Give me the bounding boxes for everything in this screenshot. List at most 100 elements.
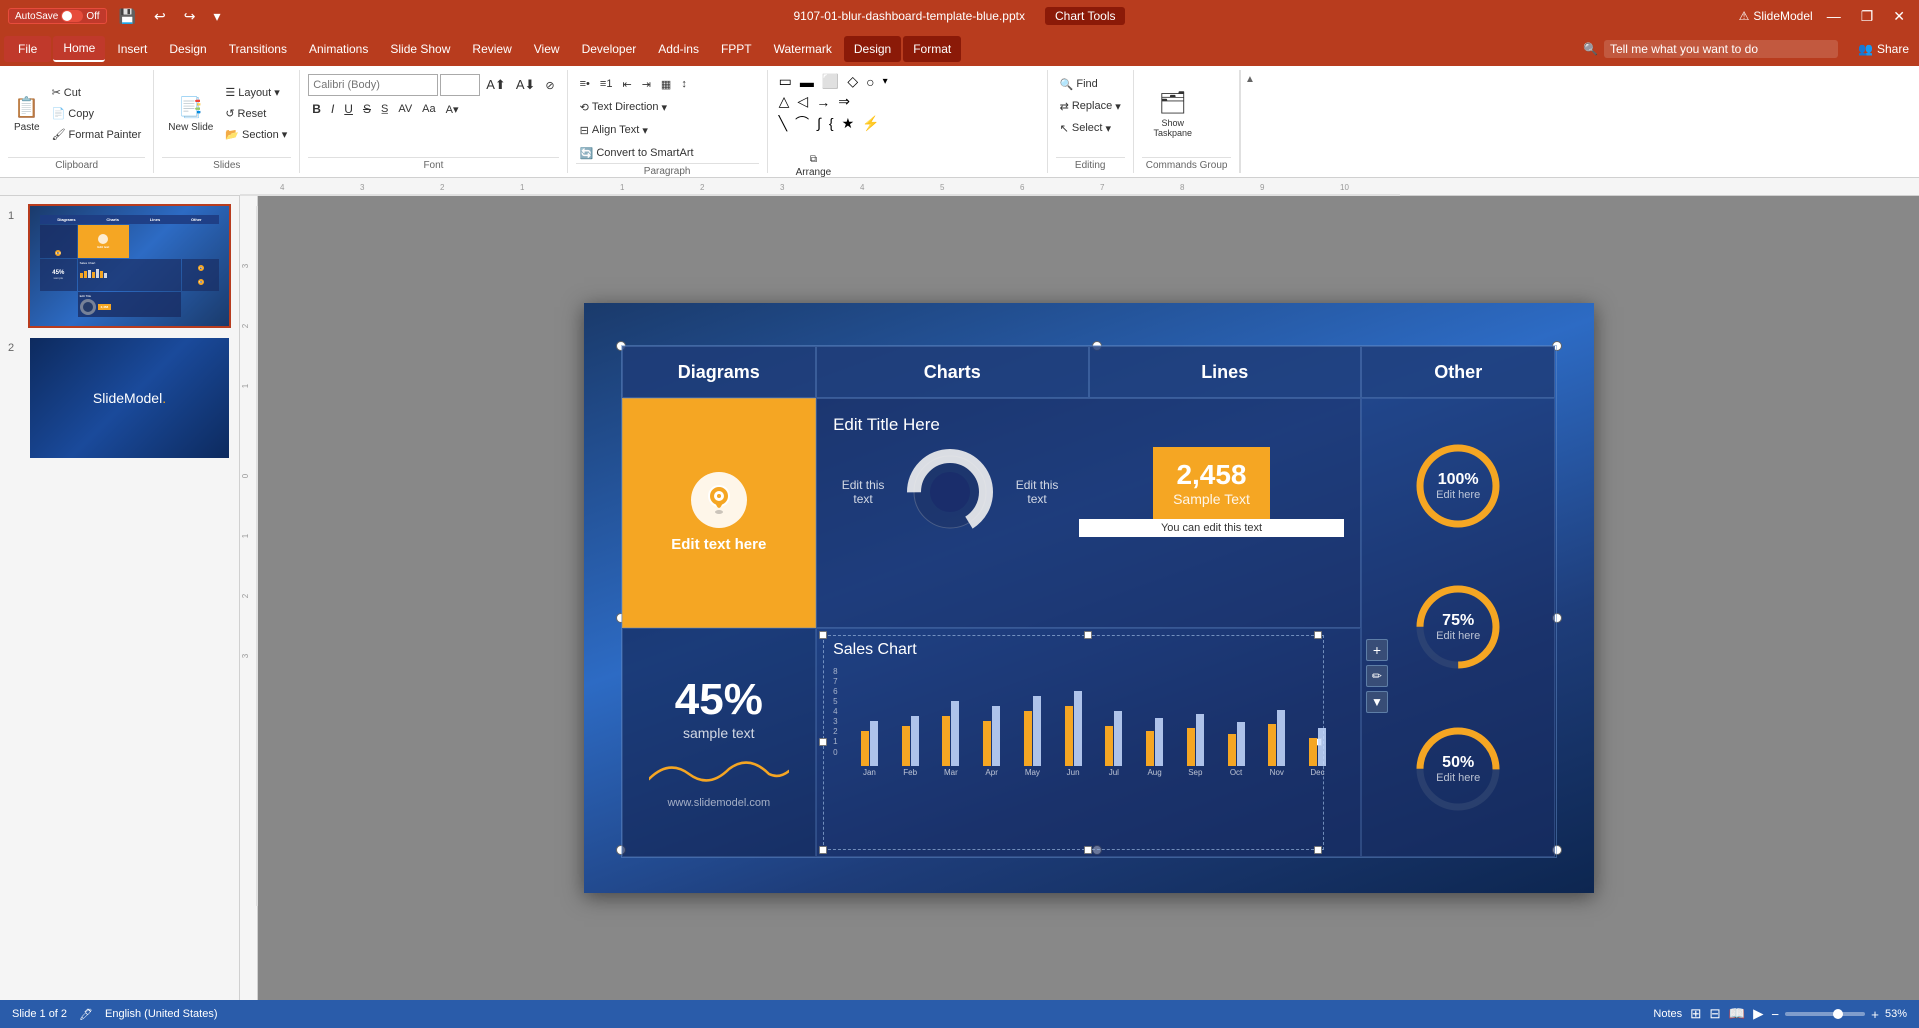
paste-button[interactable]: 📋 Paste: [8, 82, 46, 146]
chart-add-button[interactable]: +: [1366, 639, 1388, 661]
line-spacing-button[interactable]: ↕: [677, 74, 691, 94]
donut-right-label[interactable]: Edit this text: [1007, 478, 1067, 506]
menu-watermark[interactable]: Watermark: [764, 36, 842, 62]
slideshow-button[interactable]: ▶: [1753, 1006, 1763, 1022]
zoom-slider[interactable]: [1785, 1012, 1865, 1016]
charts-top-cell[interactable]: Edit Title Here Edit this text: [816, 398, 1361, 628]
ribbon-collapse[interactable]: ▲: [1240, 70, 1258, 173]
increase-indent-button[interactable]: ⇥: [638, 74, 655, 94]
zoom-out-button[interactable]: −: [1771, 1007, 1779, 1022]
section-button[interactable]: 📂 Section ▾: [221, 125, 291, 145]
shape-rect[interactable]: ▭: [776, 72, 795, 91]
diagrams-main-cell[interactable]: Edit text here: [622, 398, 817, 628]
chart-handle-br[interactable]: [1314, 846, 1322, 854]
text-direction-button[interactable]: ⟲ Text Direction ▾: [576, 97, 671, 117]
menu-insert[interactable]: Insert: [107, 36, 157, 62]
chart-handle-bm[interactable]: [1084, 846, 1092, 854]
numbering-button[interactable]: ≡1: [596, 74, 617, 94]
shape-curve[interactable]: ⌒: [792, 112, 812, 134]
slide-1-thumbnail[interactable]: Diagrams Charts Lines Other Edit text Ed…: [28, 204, 231, 328]
chart-style-button[interactable]: ✏: [1366, 665, 1388, 687]
menu-fppt[interactable]: FPPT: [711, 36, 762, 62]
shape-more[interactable]: ▾: [880, 75, 891, 88]
find-button[interactable]: 🔍 Find: [1056, 74, 1125, 94]
char-spacing-button[interactable]: AV: [394, 99, 416, 119]
italic-button[interactable]: I: [327, 99, 338, 119]
shape-triangle[interactable]: △: [776, 92, 793, 111]
new-slide-button[interactable]: 📑 New Slide: [162, 82, 219, 146]
customize-button[interactable]: ▾: [207, 6, 226, 27]
menu-transitions[interactable]: Transitions: [219, 36, 297, 62]
menu-design-2[interactable]: Design: [844, 36, 901, 62]
menu-animations[interactable]: Animations: [299, 36, 378, 62]
menu-review[interactable]: Review: [462, 36, 521, 62]
strikethrough-button[interactable]: S: [359, 99, 375, 119]
menu-file[interactable]: File: [4, 36, 51, 62]
align-text-button[interactable]: ⊟ Align Text ▾: [576, 120, 652, 140]
decrease-indent-button[interactable]: ⇤: [618, 74, 635, 94]
menu-addins[interactable]: Add-ins: [648, 36, 709, 62]
slide-canvas[interactable]: Diagrams Charts Lines Other: [584, 303, 1594, 893]
chart-handle-ml[interactable]: [819, 738, 827, 746]
font-name-input[interactable]: [308, 74, 438, 96]
notes-button[interactable]: Notes: [1653, 1008, 1682, 1020]
shape-diamond[interactable]: ◇: [844, 72, 861, 91]
clear-format-button[interactable]: ⊘: [541, 75, 558, 95]
font-color-button[interactable]: A▾: [442, 99, 463, 119]
undo-button[interactable]: ↩: [148, 6, 172, 27]
reading-view-button[interactable]: 📖: [1729, 1006, 1746, 1022]
menu-view[interactable]: View: [524, 36, 570, 62]
shape-star[interactable]: ★: [839, 114, 858, 133]
autosave-badge[interactable]: AutoSave Off: [8, 8, 107, 24]
shape-freeform[interactable]: ∫: [814, 114, 824, 132]
replace-button[interactable]: ⇄ Replace ▾: [1056, 96, 1125, 116]
stat-box[interactable]: 2,458 Sample Text You can edit this text: [1079, 447, 1344, 537]
restore-button[interactable]: ❐: [1855, 6, 1880, 27]
chart-filter-button[interactable]: ▼: [1366, 691, 1388, 713]
arrange-button[interactable]: ⧉ Arrange: [780, 134, 848, 178]
columns-button[interactable]: ▦: [657, 74, 675, 94]
copy-button[interactable]: 📄 Copy: [48, 104, 146, 124]
menu-design[interactable]: Design: [159, 36, 216, 62]
font-size-input[interactable]: 19: [440, 74, 480, 96]
minimize-button[interactable]: —: [1821, 6, 1847, 26]
shape-circle[interactable]: ○: [863, 73, 877, 91]
diagrams-bottom-cell[interactable]: 45% sample text www.slidemodel.com: [622, 628, 817, 858]
shape-arrow[interactable]: →: [813, 93, 833, 111]
shape-rounded[interactable]: ⬜: [819, 72, 842, 91]
menu-slideshow[interactable]: Slide Show: [380, 36, 460, 62]
redo-button[interactable]: ↪: [178, 6, 202, 27]
save-button[interactable]: 💾: [113, 6, 142, 27]
share-button[interactable]: 👥 Share: [1852, 40, 1915, 58]
font-increase-button[interactable]: A⬆: [482, 75, 510, 95]
sales-chart-cell[interactable]: Sales Chart + ✏ ▼: [816, 628, 1361, 858]
slide-2-thumbnail[interactable]: SlideModel.: [28, 336, 231, 460]
shape-rtriangle[interactable]: ◁: [794, 92, 811, 111]
close-button[interactable]: ✕: [1887, 6, 1911, 27]
charts-title[interactable]: Edit Title Here: [833, 415, 1344, 435]
chart-handle-bl[interactable]: [819, 846, 827, 854]
chart-handle-tr[interactable]: [1314, 631, 1322, 639]
autosave-toggle[interactable]: [61, 10, 83, 22]
select-button[interactable]: ↖ Select ▾: [1056, 118, 1125, 138]
bold-button[interactable]: B: [308, 99, 325, 119]
shadow-button[interactable]: S̲: [377, 99, 392, 119]
format-painter-button[interactable]: 🖌 Format Painter: [48, 125, 146, 145]
slide-sorter-button[interactable]: ⊟: [1709, 1006, 1720, 1022]
cut-button[interactable]: ✂ Cut: [48, 83, 146, 103]
reset-button[interactable]: ↺ Reset: [221, 104, 291, 124]
font-decrease-button[interactable]: A⬇: [512, 75, 540, 95]
shape-rect2[interactable]: ▬: [797, 73, 817, 91]
shape-lightning[interactable]: ⚡: [859, 114, 882, 133]
shape-brace[interactable]: {: [826, 114, 837, 132]
chart-handle-tl[interactable]: [819, 631, 827, 639]
shape-line[interactable]: ╲: [776, 114, 790, 133]
shape-barrow[interactable]: ⇒: [835, 92, 853, 111]
font-case-button[interactable]: Aa: [418, 99, 439, 119]
menu-home[interactable]: Home: [53, 36, 105, 62]
convert-smartart-button[interactable]: 🔄 Convert to SmartArt: [576, 143, 698, 163]
bullets-button[interactable]: ≡•: [576, 74, 594, 94]
chart-handle-tm[interactable]: [1084, 631, 1092, 639]
menu-format[interactable]: Format: [903, 36, 961, 62]
underline-button[interactable]: U: [340, 99, 357, 119]
